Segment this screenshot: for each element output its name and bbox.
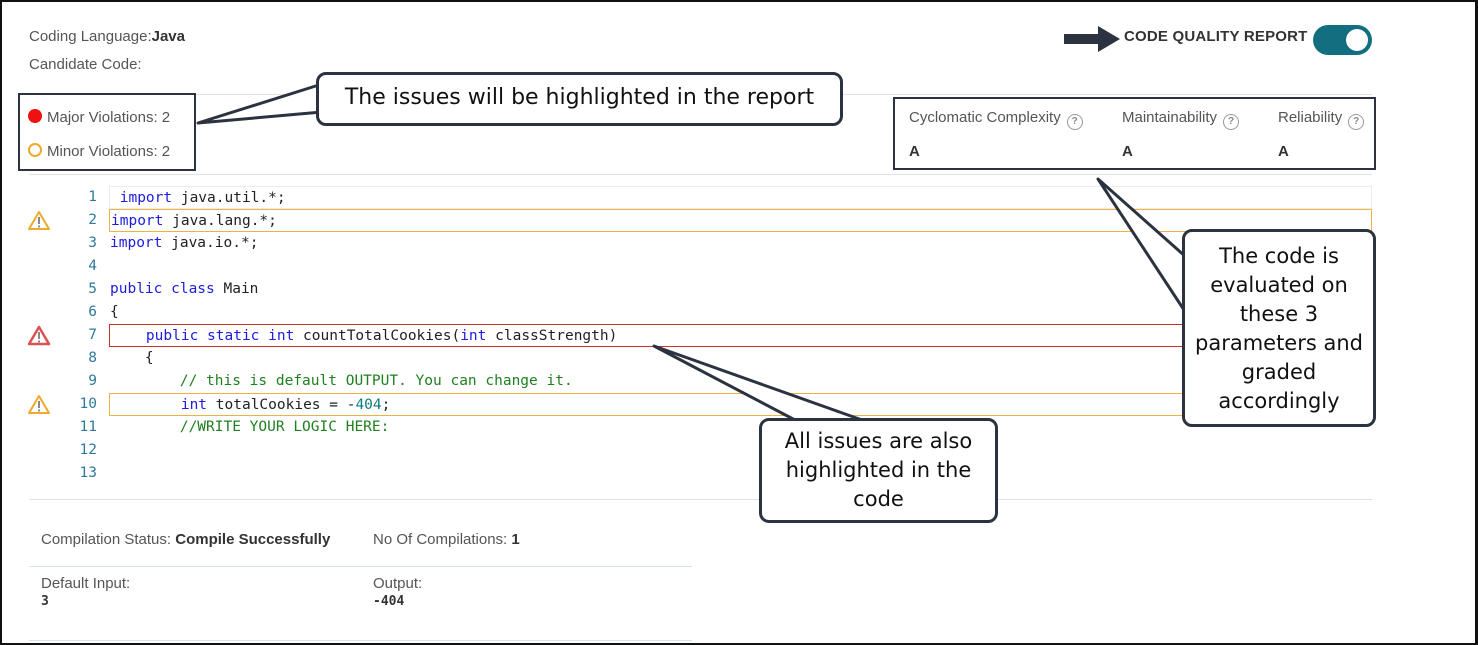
- callout-report: The issues will be highlighted in the re…: [316, 72, 843, 126]
- callout-params: The code is evaluated on these 3 paramet…: [1182, 229, 1376, 427]
- callout-code: All issues are also highlighted in the c…: [759, 418, 998, 523]
